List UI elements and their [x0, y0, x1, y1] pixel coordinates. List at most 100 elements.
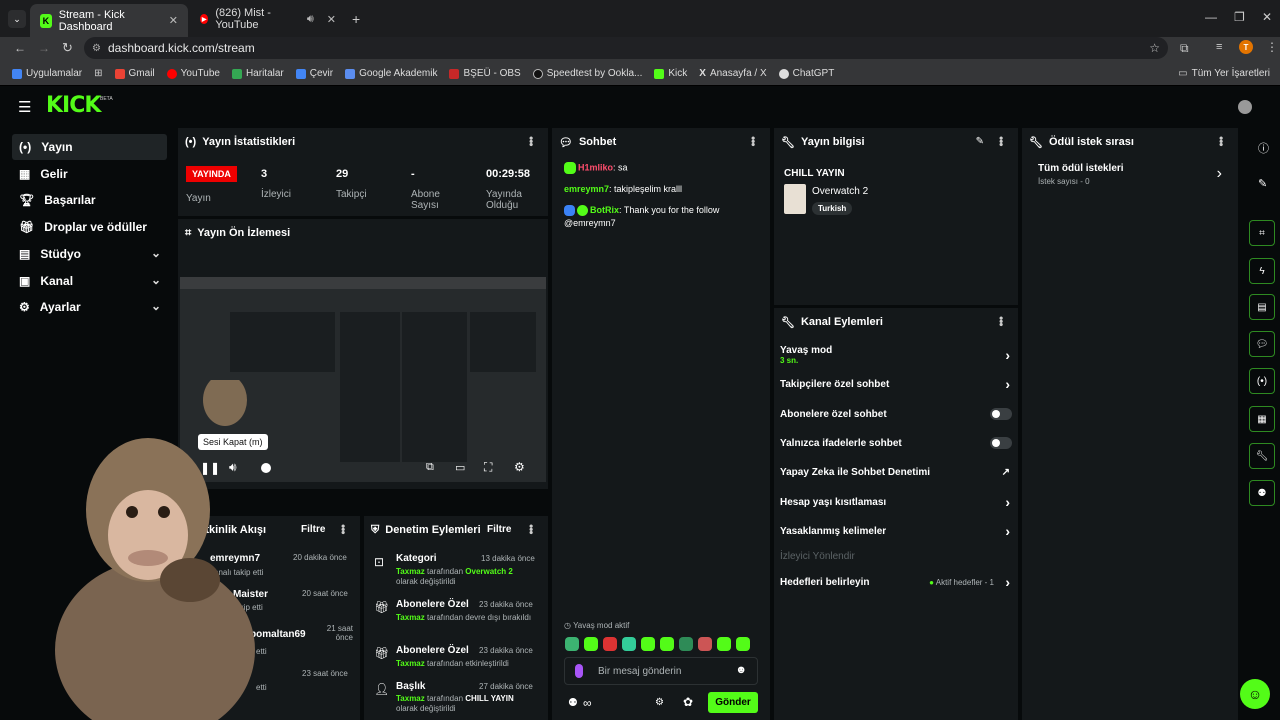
more-options-icon[interactable]: •••	[336, 524, 350, 534]
bookmark-youtube[interactable]: YouTube	[166, 68, 220, 79]
gift-icon: 🎁︎	[374, 600, 390, 614]
bookmark-obs[interactable]: BŞEÜ - OBS	[449, 68, 521, 79]
sidebar-item-basarilar[interactable]: 🏆︎ Başarılar	[12, 187, 167, 213]
microphone-icon[interactable]	[575, 664, 583, 678]
category-name[interactable]: Overwatch 2	[812, 186, 868, 197]
emote-icon	[641, 637, 655, 651]
category-thumbnail	[784, 184, 806, 214]
forward-icon[interactable]: →	[38, 41, 50, 55]
account-age-row[interactable]: Hesap yaşı kısıtlaması ›	[780, 494, 1014, 510]
close-tab-icon[interactable]: ✕	[169, 14, 178, 27]
chat-settings-icon[interactable]: ⚙	[655, 697, 664, 708]
preview-mini-chat	[340, 312, 400, 462]
extensions-icon[interactable]: ⧉	[1180, 41, 1189, 56]
browser-menu-icon[interactable]: ⋮	[1266, 40, 1278, 54]
bookmark-scholar[interactable]: Google Akademik	[345, 68, 437, 79]
bookmark-apps[interactable]: Uygulamalar	[12, 68, 82, 79]
sidebar-item-droplar[interactable]: 🎁︎ Droplar ve ödüller	[12, 214, 167, 240]
chat-users-icon[interactable]: ⚉	[568, 696, 578, 709]
emotes-only-toggle[interactable]	[990, 437, 1012, 449]
follower-count: 29	[336, 168, 349, 180]
hamburger-menu-icon[interactable]: ☰	[18, 98, 31, 116]
bookmark-star-icon[interactable]: ☆	[1149, 41, 1160, 55]
preview-mini-panel	[230, 312, 335, 372]
all-rewards-row[interactable]: Tüm ödül istekleri İstek sayısı - 0 ›	[1032, 163, 1228, 191]
activity-filter-button[interactable]: Filtre	[301, 524, 325, 535]
reward-queue-panel: 🔧︎ Ödül istek sırası •••	[1022, 128, 1238, 720]
media-control-icon[interactable]: ≡	[1216, 41, 1222, 53]
sidebar-item-yayin[interactable]: (•) Yayın	[12, 134, 167, 160]
edit-pencil-icon[interactable]: ✎	[976, 136, 984, 147]
kick-logo[interactable]: KICK	[46, 93, 101, 118]
tab-search-icon[interactable]: ⌄	[8, 10, 26, 28]
followers-only-row[interactable]: Takipçilere özel sohbet ›	[780, 376, 1014, 392]
more-options-icon[interactable]: •••	[994, 316, 1008, 326]
sidebar-item-studyo[interactable]: ▤ Stüdyo ⌄	[12, 241, 167, 267]
sidebar-item-ayarlar[interactable]: ⚙ Ayarlar ⌄	[12, 294, 167, 320]
gift-sub-icon[interactable]: ✿	[683, 695, 693, 709]
tab-kick-dashboard[interactable]: K Stream - Kick Dashboard ✕	[30, 4, 188, 37]
tab-youtube[interactable]: ▶ (826) Mist - YouTube 🔊︎ ✕	[190, 6, 346, 32]
back-icon[interactable]: ←	[14, 41, 26, 55]
sidebar-item-kanal[interactable]: ▣ Kanal ⌄	[12, 268, 167, 294]
bookmark-gmail[interactable]: Gmail	[114, 68, 155, 79]
lightning-icon[interactable]: ϟ	[1249, 258, 1275, 284]
bookmark-translate[interactable]: Çevir	[295, 68, 333, 79]
goals-row[interactable]: Hedefleri belirleyin ● Aktif hedefler - …	[780, 574, 1014, 590]
banned-words-row[interactable]: Yasaklanmış kelimeler ›	[780, 523, 1014, 539]
preview-widget-icon[interactable]: ⌗	[1249, 220, 1275, 246]
user-avatar[interactable]	[1238, 100, 1252, 114]
live-label: Yayın	[186, 193, 211, 204]
emoji-picker-icon[interactable]: ☻	[735, 664, 747, 676]
chevron-right-icon: ›	[1005, 376, 1010, 392]
slow-mode-row[interactable]: Yavaş mod 3 sn. ›	[780, 344, 1014, 366]
reload-icon[interactable]: ↻	[62, 40, 73, 56]
bookmark-chatgpt[interactable]: ChatGPT	[778, 68, 834, 79]
emote-bar[interactable]	[565, 637, 757, 652]
more-options-icon[interactable]: •••	[994, 136, 1008, 146]
broadcast-widget-icon[interactable]: (•)	[1249, 368, 1275, 394]
more-options-icon[interactable]: •••	[524, 524, 538, 534]
close-tab-icon[interactable]: ✕	[327, 13, 336, 26]
site-info-icon[interactable]: ⚙	[92, 43, 101, 54]
support-chat-button[interactable]: ☺	[1240, 679, 1270, 709]
sidebar-item-gelir[interactable]: ▦ Gelir	[12, 161, 167, 187]
profile-avatar[interactable]: T	[1239, 40, 1253, 54]
info-icon[interactable]: ⓘ	[1258, 140, 1269, 156]
stream-stats-panel: (•) Yayın İstatistikleri ••• YAYINDA Yayı…	[178, 128, 548, 216]
minimize-icon[interactable]: —	[1205, 10, 1217, 24]
ai-moderation-row[interactable]: Yapay Zeka ile Sohbet Denetimi ↗	[780, 464, 1014, 480]
close-window-icon[interactable]: ✕	[1262, 10, 1272, 24]
theater-mode-icon[interactable]: ▭	[455, 461, 465, 474]
bookmark-speedtest[interactable]: Speedtest by Ookla...	[532, 68, 642, 79]
document-icon[interactable]: ▤	[1249, 294, 1275, 320]
fullscreen-icon[interactable]: ⛶	[484, 460, 492, 475]
bookmark-x[interactable]: X Anasayfa / X	[699, 68, 766, 79]
users-widget-icon[interactable]: ⚉	[1249, 480, 1275, 506]
all-bookmarks[interactable]: ▭ Tüm Yer İşaretleri	[1178, 68, 1270, 79]
gift-icon: 🎁︎	[374, 646, 390, 660]
wrench-widget-icon[interactable]: 🔧︎	[1249, 443, 1275, 469]
chat-widget-icon[interactable]: 💬︎	[1249, 331, 1275, 357]
chat-input[interactable]: Bir mesaj gönderin ☻	[564, 657, 758, 685]
moderation-filter-button[interactable]: Filtre	[487, 524, 511, 535]
stats-widget-icon[interactable]: ▦	[1249, 406, 1275, 432]
goals-status: ● Aktif hedefler - 1	[929, 577, 994, 587]
kick-icon	[654, 68, 665, 79]
maximize-icon[interactable]: ❐	[1234, 10, 1245, 24]
edit-pencil-icon[interactable]: ✎	[1258, 177, 1267, 190]
more-options-icon[interactable]: •••	[524, 136, 538, 146]
pip-icon[interactable]: ⧉	[426, 461, 434, 474]
bookmark-kick[interactable]: Kick	[654, 68, 687, 79]
subs-only-toggle[interactable]	[990, 408, 1012, 420]
url-field[interactable]: ⚙ dashboard.kick.com/stream ☆	[84, 37, 1168, 59]
send-button[interactable]: Gönder	[708, 692, 758, 713]
new-tab-icon[interactable]: +	[352, 11, 360, 27]
more-options-icon[interactable]: •••	[746, 136, 760, 146]
settings-icon[interactable]: ⚙	[514, 460, 525, 474]
bookmark-maps[interactable]: Haritalar	[231, 68, 284, 79]
preview-mini-rewards	[470, 312, 536, 372]
bookmark-grid[interactable]: ⊞	[94, 68, 102, 79]
more-options-icon[interactable]: •••	[1214, 136, 1228, 146]
wrench-icon: 🔧︎	[781, 136, 795, 149]
